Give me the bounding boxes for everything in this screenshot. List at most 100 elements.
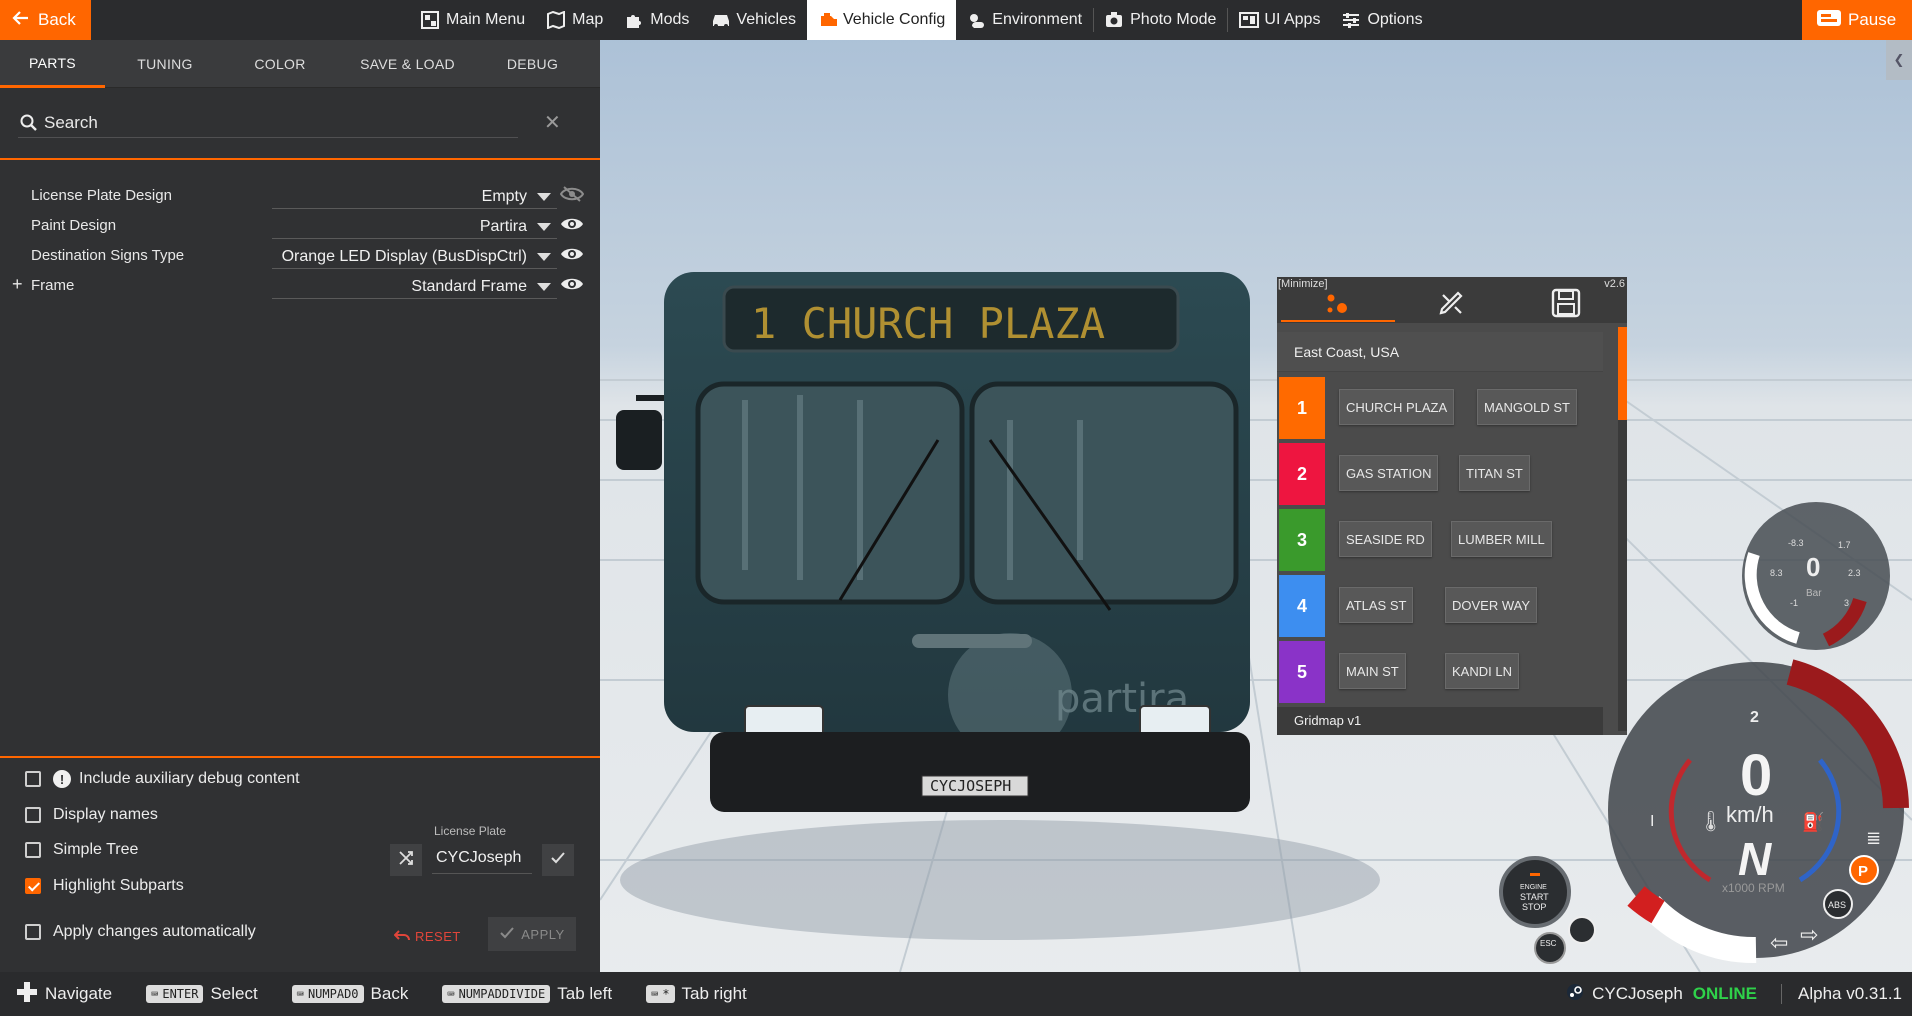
next-region-label: Gridmap v1 xyxy=(1277,707,1603,735)
checkbox[interactable] xyxy=(25,842,41,858)
checkbox[interactable] xyxy=(25,924,41,940)
tab-parts[interactable]: PARTS xyxy=(0,40,105,88)
collapse-panel-button[interactable]: ❮ xyxy=(1886,40,1912,80)
part-select[interactable]: Standard Frame xyxy=(272,273,557,299)
stop-button[interactable]: ATLAS ST xyxy=(1339,587,1414,623)
stop-button[interactable]: SEASIDE RD xyxy=(1339,521,1432,557)
apply-label: APPLY xyxy=(521,926,565,942)
close-icon[interactable]: ✕ xyxy=(544,110,561,135)
apply-button[interactable]: APPLY xyxy=(488,917,576,951)
stop-button[interactable]: KANDI LN xyxy=(1445,653,1519,689)
eye-slash-icon[interactable] xyxy=(559,185,585,207)
checkbox[interactable] xyxy=(25,878,41,894)
stop-button[interactable]: MANGOLD ST xyxy=(1477,389,1577,425)
key-label: ENTER xyxy=(162,987,199,1001)
bus-model: 1 CHURCH PLAZA partira CYCJOSEPH xyxy=(616,272,1250,812)
chevron-down-icon xyxy=(537,223,551,231)
part-select[interactable]: Empty xyxy=(272,183,557,209)
hint-label: Tab right xyxy=(681,984,747,1003)
tab-color[interactable]: COLOR xyxy=(225,40,335,88)
scrollbar[interactable] xyxy=(1618,327,1627,731)
license-plate-input[interactable] xyxy=(432,842,532,874)
reset-button[interactable]: RESET xyxy=(393,928,461,945)
stop-button[interactable]: LUMBER MILL xyxy=(1451,521,1552,557)
tab-tuning[interactable]: TUNING xyxy=(105,40,225,88)
back-button[interactable]: Back xyxy=(0,0,91,40)
checkbox-label: Apply changes automatically xyxy=(53,923,256,940)
tab-save-load[interactable]: SAVE & LOAD xyxy=(335,40,480,88)
region-label: East Coast, USA xyxy=(1277,332,1603,372)
nav-ui-apps[interactable]: UI Apps xyxy=(1228,0,1331,40)
auxiliary-debug-checkbox[interactable]: ! Include auxiliary debug content xyxy=(25,770,300,788)
check-icon xyxy=(550,850,566,871)
hint-label: Back xyxy=(370,984,409,1003)
nav-mods[interactable]: Mods xyxy=(614,0,700,40)
nav-photo-mode[interactable]: Photo Mode xyxy=(1094,0,1227,40)
nav-environment[interactable]: Environment xyxy=(956,0,1093,40)
tab-save[interactable] xyxy=(1509,286,1623,322)
key-label: NUMPAD0 xyxy=(307,987,359,1001)
stop-button[interactable]: TITAN ST xyxy=(1459,455,1530,491)
pause-button[interactable]: Pause xyxy=(1802,0,1912,40)
checkbox[interactable] xyxy=(25,807,41,823)
eye-icon[interactable] xyxy=(560,275,584,297)
hint-navigate: Navigate xyxy=(16,981,112,1008)
hint-label: Select xyxy=(210,984,258,1003)
nav-vehicles-label: Vehicles xyxy=(736,11,796,28)
part-name: Destination Signs Type xyxy=(31,247,185,264)
tab-routes[interactable] xyxy=(1281,286,1395,322)
warning-icon: ! xyxy=(53,770,71,788)
route-row-2: 2 GAS STATION TITAN ST xyxy=(1279,443,1603,505)
part-select[interactable]: Partira xyxy=(272,213,557,239)
highlight-subparts-checkbox[interactable]: Highlight Subparts xyxy=(25,877,184,895)
destination-sign-text: 1 CHURCH PLAZA xyxy=(751,299,1105,348)
eye-icon[interactable] xyxy=(560,215,584,237)
search-input[interactable] xyxy=(18,108,518,138)
main-nav: Main Menu Map Mods Vehicles Vehicle Conf… xyxy=(410,0,1434,40)
stop-button[interactable]: CHURCH PLAZA xyxy=(1339,389,1455,425)
steam-icon xyxy=(1566,983,1584,1006)
hint-tab-left: ⌨ NUMPADDIVIDE Tab left xyxy=(442,984,612,1004)
online-status: ONLINE xyxy=(1692,984,1758,1003)
display-names-checkbox[interactable]: Display names xyxy=(25,806,158,824)
expand-icon[interactable]: + xyxy=(12,274,23,295)
game-version: Alpha v0.31.1 xyxy=(1781,984,1902,1004)
confirm-plate-button[interactable] xyxy=(542,844,574,876)
checkbox-label: Include auxiliary debug content xyxy=(79,770,300,787)
map-icon xyxy=(547,10,566,30)
stop-button[interactable]: MAIN ST xyxy=(1339,653,1406,689)
route-row-1: 1 CHURCH PLAZA MANGOLD ST xyxy=(1279,377,1603,439)
route-row-3: 3 SEASIDE RD LUMBER MILL xyxy=(1279,509,1603,571)
eye-icon[interactable] xyxy=(560,245,584,267)
arrow-left-icon xyxy=(12,9,30,32)
stop-button[interactable]: DOVER WAY xyxy=(1445,587,1538,623)
keyboard-icon: ⌨ xyxy=(296,987,304,1001)
part-row-destination-signs: Destination Signs Type Orange LED Displa… xyxy=(0,241,600,271)
route-row-5: 5 MAIN ST KANDI LN xyxy=(1279,641,1603,703)
part-name: License Plate Design xyxy=(31,187,172,204)
part-select[interactable]: Orange LED Display (BusDispCtrl) xyxy=(272,243,557,269)
undo-icon xyxy=(393,928,410,945)
tab-edit[interactable] xyxy=(1395,286,1509,322)
nav-map[interactable]: Map xyxy=(536,0,614,40)
keyboard-icon: ⌨ xyxy=(651,987,659,1001)
nav-vehicle-config[interactable]: Vehicle Config xyxy=(807,0,957,40)
nav-main-menu[interactable]: Main Menu xyxy=(410,0,536,40)
keyboard-icon: ⌨ xyxy=(151,987,159,1001)
keyboard-icon: ⌨ xyxy=(447,987,455,1001)
hint-back: ⌨ NUMPAD0 Back xyxy=(291,984,409,1004)
tab-debug[interactable]: DEBUG xyxy=(480,40,585,88)
nav-options[interactable]: Options xyxy=(1331,0,1433,40)
nav-ui-apps-label: UI Apps xyxy=(1264,11,1321,28)
hint-select: ⌨ ENTER Select xyxy=(146,984,258,1004)
randomize-button[interactable] xyxy=(390,844,422,876)
checkbox[interactable] xyxy=(25,771,41,787)
nav-vehicles[interactable]: Vehicles xyxy=(700,0,807,40)
apply-automatically-checkbox[interactable]: Apply changes automatically xyxy=(25,923,256,941)
simple-tree-checkbox[interactable]: Simple Tree xyxy=(25,841,138,859)
scrollbar-thumb[interactable] xyxy=(1618,327,1627,420)
nav-environment-label: Environment xyxy=(992,11,1083,28)
bottom-hint-bar: Navigate ⌨ ENTER Select ⌨ NUMPAD0 Back ⌨ NU… xyxy=(0,972,1912,1016)
stop-button[interactable]: GAS STATION xyxy=(1339,455,1439,491)
nav-vehicle-config-label: Vehicle Config xyxy=(843,11,946,28)
